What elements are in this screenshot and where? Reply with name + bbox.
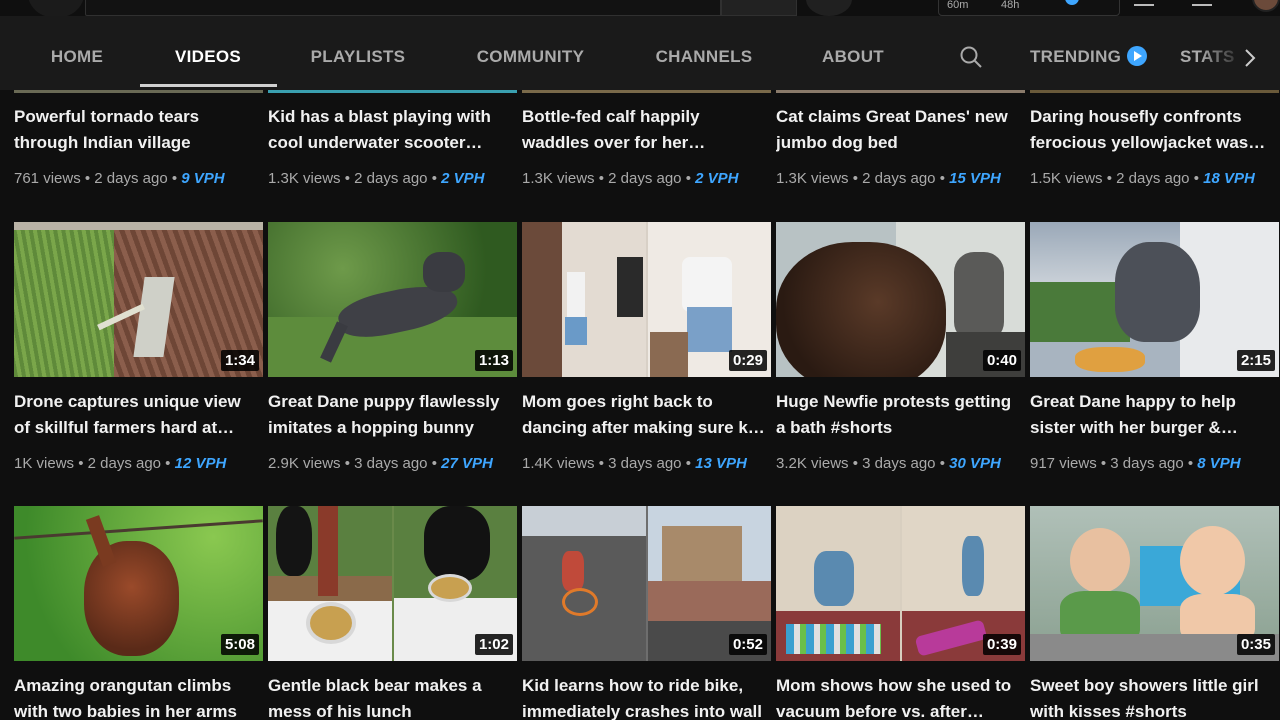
vph-badge: 13 VPH xyxy=(695,455,747,472)
search-button[interactable] xyxy=(721,0,797,16)
video-title[interactable]: Sweet boy showers little girl with kisses… xyxy=(1030,673,1279,720)
video-title[interactable]: Cat claims Great Danes' new jumbo dog bed xyxy=(776,104,1025,156)
vph-badge: 18 VPH xyxy=(1203,170,1255,187)
notifications-icon[interactable] xyxy=(1192,0,1212,6)
tab-trending[interactable]: TRENDING xyxy=(1030,16,1166,90)
timer-right-label: 48h xyxy=(1001,0,1020,11)
video-duration: 0:52 xyxy=(728,634,767,655)
apps-icon[interactable] xyxy=(1134,0,1154,6)
video-meta: 1.3K views • 2 days ago • 15 VPH xyxy=(776,170,1001,187)
video-title[interactable]: Gentle black bear makes a mess of his lun… xyxy=(268,673,517,720)
dog-jumping-thumbnail[interactable]: 1:13 xyxy=(268,222,517,377)
kids-kiss-thumbnail[interactable]: 0:35 xyxy=(1030,506,1279,661)
black-bear-thumbnail[interactable]: 1:02 xyxy=(268,506,517,661)
realtime-stats-widget: 60m 48h xyxy=(938,0,1120,16)
tab-videos[interactable]: VIDEOS xyxy=(158,16,258,90)
vacuum-thumbnail[interactable]: 0:39 xyxy=(776,506,1025,661)
stats-indicator-icon xyxy=(1065,0,1079,5)
video-duration: 1:02 xyxy=(474,634,513,655)
tab-trending-label: TRENDING xyxy=(1030,47,1122,66)
tab-channels[interactable]: CHANNELS xyxy=(640,16,768,90)
active-tab-indicator xyxy=(140,84,277,87)
thumbnail-peek xyxy=(268,90,517,93)
video-title[interactable]: Drone captures unique view of skillful fa… xyxy=(14,389,263,441)
video-title[interactable]: Kid learns how to ride bike, immediately … xyxy=(522,673,771,720)
chevron-right-icon[interactable] xyxy=(1236,44,1264,72)
video-duration: 1:13 xyxy=(474,350,513,371)
video-duration: 0:29 xyxy=(728,350,767,371)
vph-badge: 27 VPH xyxy=(441,455,493,472)
vph-badge: 2 VPH xyxy=(695,170,739,187)
search-icon[interactable] xyxy=(958,44,984,70)
video-meta: 917 views • 3 days ago • 8 VPH xyxy=(1030,455,1241,472)
video-meta: 1.4K views • 3 days ago • 13 VPH xyxy=(522,455,747,472)
video-meta: 1.5K views • 2 days ago • 18 VPH xyxy=(1030,170,1255,187)
video-title[interactable]: Kid has a blast playing with cool underwa… xyxy=(268,104,517,156)
video-title[interactable]: Bottle-fed calf happily waddles over for … xyxy=(522,104,771,156)
masthead: 60m 48h xyxy=(0,0,1280,18)
account-avatar[interactable] xyxy=(1252,0,1280,12)
channel-tab-bar: HOME VIDEOS PLAYLISTS COMMUNITY CHANNELS… xyxy=(0,16,1280,90)
family-dancing-thumbnail[interactable]: 0:29 xyxy=(522,222,771,377)
trending-play-icon xyxy=(1127,45,1148,66)
video-meta: 1.3K views • 2 days ago • 2 VPH xyxy=(268,170,485,187)
video-title[interactable]: Mom shows how she used to vacuum before v… xyxy=(776,673,1025,720)
video-title[interactable]: Amazing orangutan climbs with two babies … xyxy=(14,673,263,720)
thumbnail-peek xyxy=(776,90,1025,93)
vph-badge: 8 VPH xyxy=(1197,455,1241,472)
video-title[interactable]: Mom goes right back to dancing after maki… xyxy=(522,389,771,441)
orangutan-thumbnail[interactable]: 5:08 xyxy=(14,506,263,661)
video-meta: 761 views • 2 days ago • 9 VPH xyxy=(14,170,225,187)
vph-badge: 12 VPH xyxy=(174,455,227,472)
kid-bike-thumbnail[interactable]: 0:52 xyxy=(522,506,771,661)
video-title[interactable]: Great Dane happy to help sister with her … xyxy=(1030,389,1279,441)
video-duration: 0:39 xyxy=(982,634,1021,655)
tab-about[interactable]: ABOUT xyxy=(806,16,900,90)
farm-field-thumbnail[interactable]: 1:34 xyxy=(14,222,263,377)
search-input[interactable] xyxy=(85,0,721,16)
video-meta: 1.3K views • 2 days ago • 2 VPH xyxy=(522,170,739,187)
video-duration: 0:35 xyxy=(1236,634,1275,655)
vph-badge: 15 VPH xyxy=(949,170,1001,187)
vph-badge: 9 VPH xyxy=(181,170,225,187)
video-duration: 1:34 xyxy=(220,350,259,371)
dane-car-window-thumbnail[interactable]: 2:15 xyxy=(1030,222,1279,377)
timer-left-label: 60m xyxy=(947,0,969,11)
video-duration: 5:08 xyxy=(220,634,259,655)
video-title[interactable]: Daring housefly confronts ferocious yello… xyxy=(1030,104,1279,156)
video-meta: 3.2K views • 3 days ago • 30 VPH xyxy=(776,455,1001,472)
tab-playlists[interactable]: PLAYLISTS xyxy=(294,16,422,90)
newfie-car-thumbnail[interactable]: 0:40 xyxy=(776,222,1025,377)
video-title[interactable]: Huge Newfie protests getting a bath #shor… xyxy=(776,389,1025,441)
video-duration: 2:15 xyxy=(1236,350,1275,371)
video-meta: 2.9K views • 3 days ago • 27 VPH xyxy=(268,455,493,472)
create-button[interactable] xyxy=(806,0,852,16)
vph-badge: 2 VPH xyxy=(441,170,485,187)
thumbnail-peek xyxy=(1030,90,1279,93)
video-title[interactable]: Great Dane puppy flawlessly imitates a ho… xyxy=(268,389,517,441)
tab-community[interactable]: COMMUNITY xyxy=(458,16,603,90)
video-title[interactable]: Powerful tornado tears through Indian vil… xyxy=(14,104,263,156)
video-duration: 0:40 xyxy=(982,350,1021,371)
vph-badge: 30 VPH xyxy=(949,455,1001,472)
thumbnail-peek xyxy=(522,90,771,93)
tab-home[interactable]: HOME xyxy=(32,16,122,90)
thumbnail-peek xyxy=(14,90,263,93)
video-meta: 1K views • 2 days ago • 12 VPH xyxy=(14,455,227,472)
